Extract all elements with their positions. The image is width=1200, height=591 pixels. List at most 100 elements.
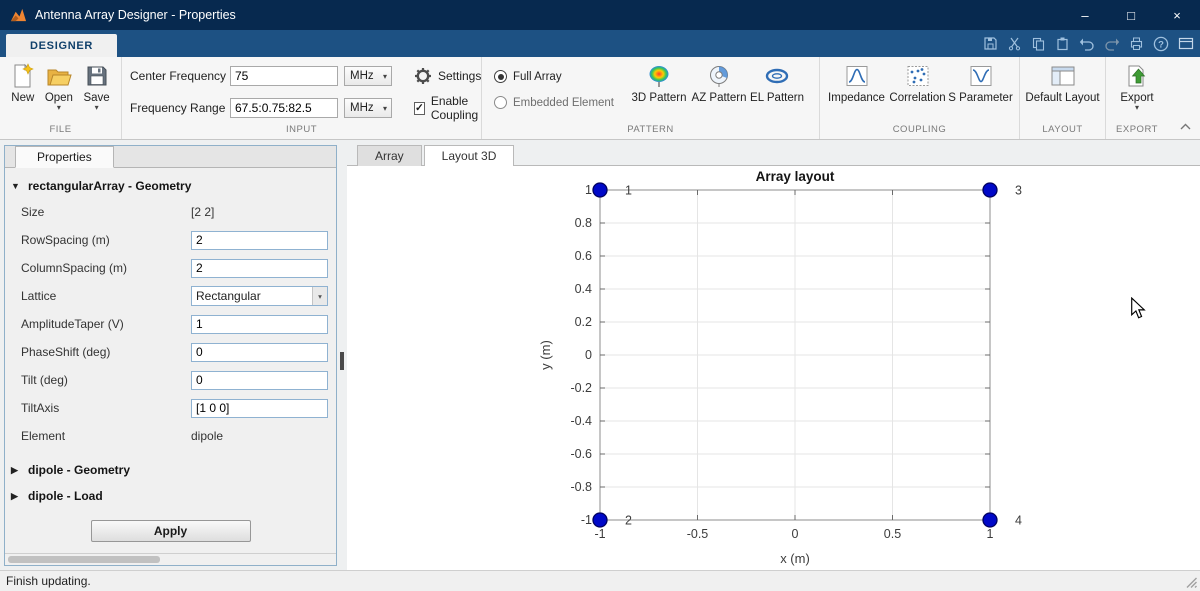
rowspacing-input[interactable] [191, 230, 328, 250]
gear-icon [415, 68, 431, 84]
open-dropdown-caret[interactable]: ▾ [57, 104, 61, 112]
cut-icon[interactable] [1007, 36, 1022, 51]
horizontal-scrollbar[interactable] [5, 553, 336, 565]
save-icon[interactable] [983, 36, 998, 51]
group-title: rectangularArray - Geometry [28, 179, 192, 193]
svg-text:-0.6: -0.6 [570, 447, 592, 461]
tiltaxis-input[interactable] [191, 398, 328, 418]
svg-text:1: 1 [987, 527, 994, 541]
export-button[interactable]: Export ▾ [1112, 60, 1162, 112]
enable-coupling-checkbox-row[interactable]: ✓ Enable Coupling [398, 94, 481, 122]
toolstrip-layout-icon[interactable] [1178, 36, 1194, 51]
ribbon-section-input: Center Frequency MHz ▾ [122, 57, 482, 139]
toolstrip-tabbar: DESIGNER ? [0, 30, 1200, 57]
undo-icon[interactable] [1079, 36, 1095, 51]
s-parameter-button-label: S Parameter [948, 92, 1013, 104]
columnspacing-input[interactable] [191, 258, 328, 278]
document-area: Array Layout 3D -1 -0.5 0 0.5 1 -1 -0.8 -0.6 -0.… [347, 145, 1200, 570]
triangle-down-icon: ▼ [11, 181, 20, 191]
group-dipole-geometry[interactable]: ▶ dipole - Geometry [5, 456, 336, 482]
array-layout-plot[interactable]: -1 -0.5 0 0.5 1 -1 -0.8 -0.6 -0.4 -0.2 0 0.2 0.4 0.6 0… [347, 166, 1200, 570]
lattice-select[interactable]: Rectangular ▾ [191, 286, 328, 306]
property-label: Size [21, 205, 45, 219]
tab-layout-3d[interactable]: Layout 3D [423, 145, 515, 166]
coupling-section-label: COUPLING [892, 124, 947, 135]
maximize-button[interactable]: □ [1108, 0, 1154, 30]
el-pattern-button[interactable]: EL Pattern [748, 60, 806, 104]
property-row-amplitudetaper: AmplitudeTaper (V) [5, 310, 336, 338]
save-button[interactable]: Save ▾ [83, 60, 110, 112]
property-row-element: Element dipole [5, 422, 336, 450]
property-value-size: [2 2] [191, 205, 215, 219]
pattern-section-label: PATTERN [627, 124, 674, 135]
svg-text:0: 0 [792, 527, 799, 541]
tilt-input[interactable] [191, 370, 328, 390]
redo-icon[interactable] [1104, 36, 1120, 51]
property-value-element: dipole [191, 429, 224, 443]
svg-text:3: 3 [1015, 184, 1022, 198]
el-pattern-icon [763, 62, 791, 90]
svg-text:0.8: 0.8 [575, 216, 592, 230]
3d-pattern-button[interactable]: 3D Pattern [628, 60, 690, 104]
az-pattern-button[interactable]: AZ Pattern [690, 60, 748, 104]
phaseshift-input[interactable] [191, 342, 328, 362]
export-dropdown-caret[interactable]: ▾ [1135, 104, 1139, 112]
center-frequency-unit-select[interactable]: MHz ▾ [344, 66, 392, 86]
correlation-button[interactable]: Correlation [887, 60, 948, 104]
property-label: Tilt (deg) [21, 373, 68, 387]
new-button[interactable]: New [11, 60, 34, 104]
tab-properties[interactable]: Properties [15, 146, 114, 168]
full-array-radio[interactable]: Full Array [494, 70, 614, 83]
tab-array[interactable]: Array [357, 145, 422, 166]
s-parameter-button[interactable]: S Parameter [948, 60, 1013, 104]
svg-text:0.2: 0.2 [575, 315, 592, 329]
property-row-size: Size [2 2] [5, 198, 336, 226]
group-dipole-load[interactable]: ▶ dipole - Load [5, 482, 336, 508]
settings-button[interactable]: Settings [398, 67, 481, 85]
property-label: Element [21, 429, 66, 443]
frequency-range-input[interactable] [230, 98, 338, 118]
default-layout-button[interactable]: Default Layout [1025, 60, 1100, 104]
property-row-lattice: Lattice Rectangular ▾ [5, 282, 336, 310]
ribbon-section-file: New Open ▾ Save ▾ FILE [0, 57, 122, 139]
property-label: PhaseShift (deg) [21, 345, 111, 359]
chevron-down-icon: ▾ [382, 103, 387, 113]
svg-text:?: ? [1158, 39, 1164, 50]
paste-icon[interactable] [1055, 36, 1070, 51]
open-button[interactable]: Open ▾ [45, 60, 73, 112]
tab-designer[interactable]: DESIGNER [6, 34, 118, 57]
default-layout-icon [1050, 62, 1076, 90]
open-icon [46, 62, 72, 90]
chevron-down-icon: ▾ [382, 71, 387, 81]
help-icon[interactable]: ? [1153, 36, 1169, 52]
collapse-ribbon-button[interactable] [1179, 118, 1192, 136]
lattice-value: Rectangular [196, 289, 261, 303]
triangle-right-icon: ▶ [11, 490, 18, 501]
frequency-range-unit-select[interactable]: MHz ▾ [344, 98, 392, 118]
group-title: dipole - Load [28, 489, 103, 503]
impedance-button[interactable]: Impedance [826, 60, 887, 104]
amplitudetaper-input[interactable] [191, 314, 328, 334]
enable-coupling-checkbox[interactable]: ✓ [414, 101, 425, 115]
property-label: Lattice [21, 289, 57, 303]
save-dropdown-caret[interactable]: ▾ [95, 104, 99, 112]
group-rectangular-array-geometry[interactable]: ▼ rectangularArray - Geometry [5, 172, 336, 198]
svg-text:2: 2 [625, 514, 632, 528]
print-icon[interactable] [1129, 36, 1144, 51]
settings-label: Settings [438, 69, 482, 83]
center-frequency-input[interactable] [230, 66, 338, 86]
scrollbar-thumb[interactable] [8, 556, 160, 563]
group-title: dipole - Geometry [28, 463, 131, 477]
property-label: AmplitudeTaper (V) [21, 317, 124, 331]
minimize-button[interactable]: – [1062, 0, 1108, 30]
copy-icon[interactable] [1031, 36, 1046, 51]
embedded-element-radio[interactable]: Embedded Element [494, 96, 614, 109]
splitter-handle[interactable] [340, 352, 344, 370]
apply-button[interactable]: Apply [90, 520, 251, 542]
enable-coupling-label: Enable Coupling [430, 94, 479, 122]
panel-splitter[interactable] [337, 145, 347, 570]
close-button[interactable]: × [1154, 0, 1200, 30]
resize-grip-icon[interactable] [1185, 576, 1198, 589]
ribbon-section-coupling: Impedance Correlation S Parameter COUPLI… [820, 57, 1020, 139]
radio-unselected-icon [494, 96, 507, 109]
